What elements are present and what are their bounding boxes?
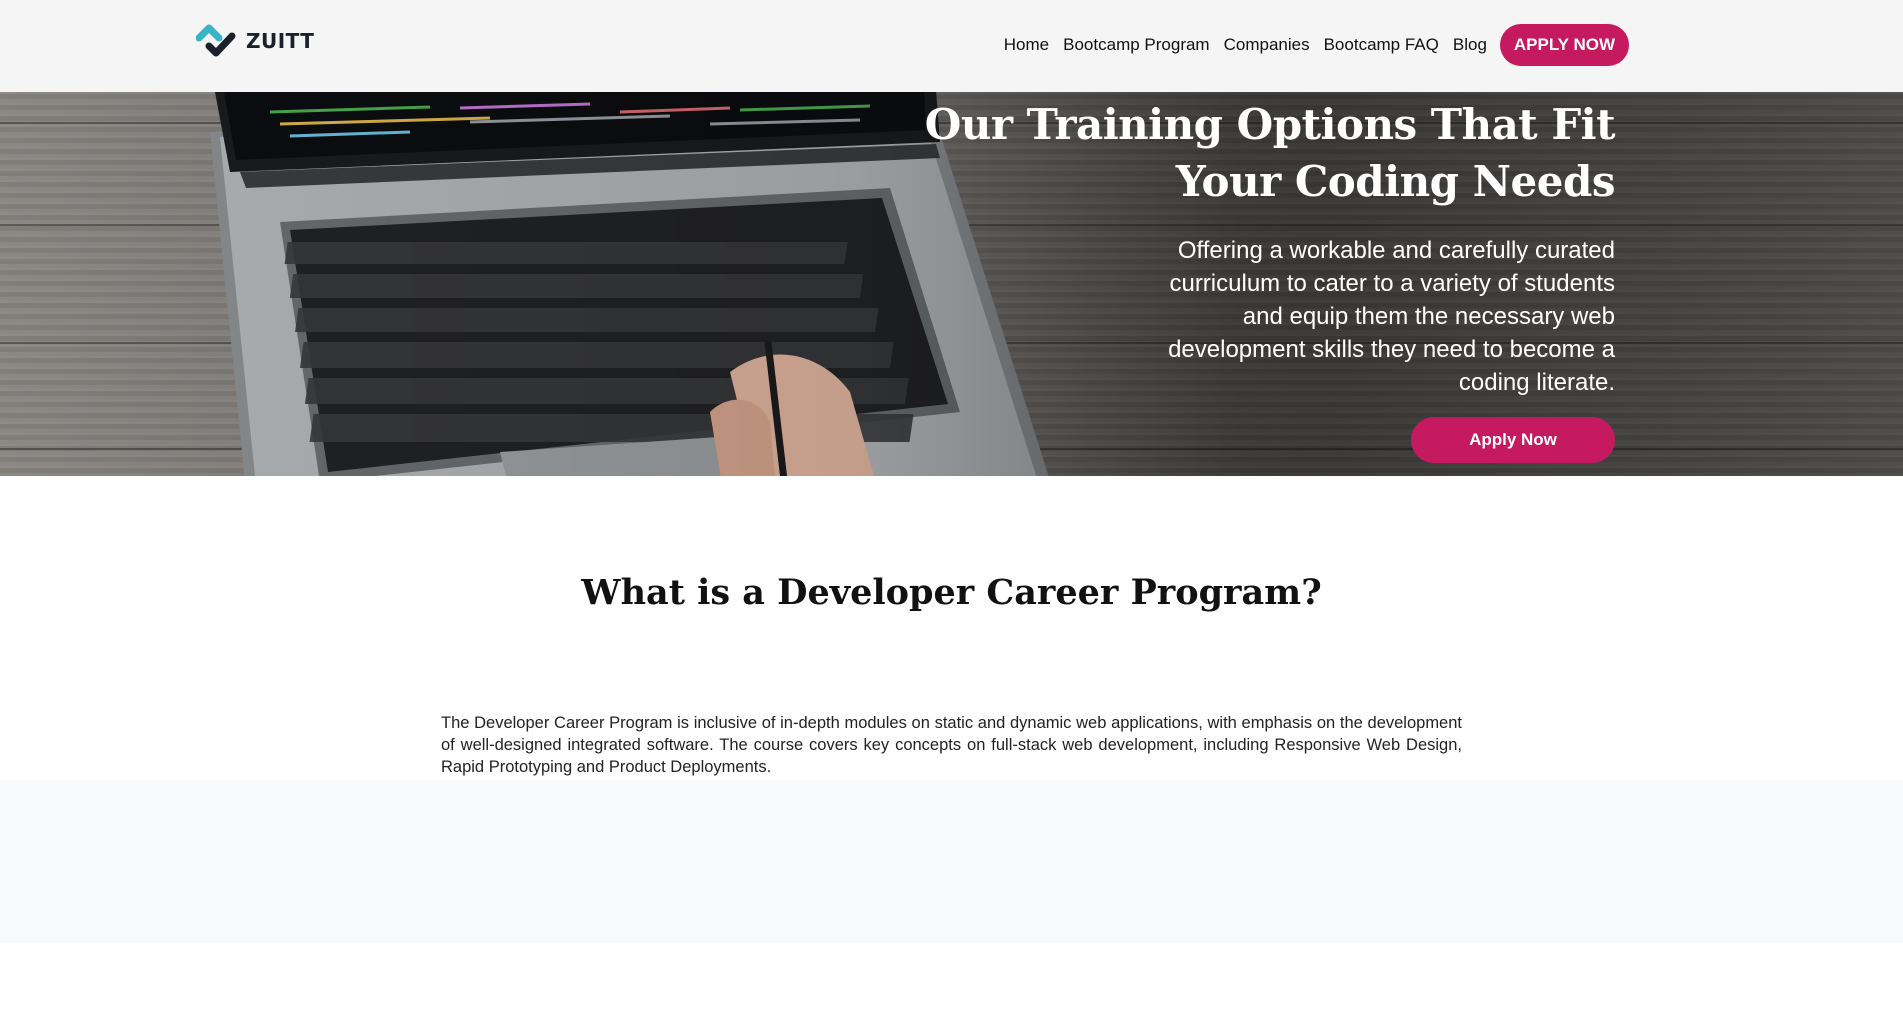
brand-logo-link[interactable]: ZUITT [196, 22, 314, 60]
nav-item-blog[interactable]: Blog [1446, 35, 1494, 55]
hero-title: Our Training Options That Fit Your Codin… [924, 100, 1616, 206]
zuitt-logo-icon [196, 24, 236, 57]
hero-content: Our Training Options That Fit Your Codin… [855, 92, 1616, 463]
section-title: What is a Developer Career Program? [581, 572, 1322, 613]
navbar: ZUITT Home Bootcamp Program Companies Bo… [0, 0, 1903, 92]
gray-section-band [0, 780, 1903, 943]
nav-item-bootcamp-program[interactable]: Bootcamp Program [1056, 35, 1216, 55]
apply-now-hero-button[interactable]: Apply Now [1411, 417, 1615, 463]
section-description: The Developer Career Program is inclusiv… [441, 714, 1462, 776]
hero-banner: Our Training Options That Fit Your Codin… [0, 92, 1903, 476]
brand-name: ZUITT [246, 29, 315, 53]
nav-item-companies[interactable]: Companies [1217, 35, 1317, 55]
hero-description: Offering a workable and carefully curate… [1168, 237, 1615, 396]
nav-item-bootcamp-faq[interactable]: Bootcamp FAQ [1317, 35, 1446, 55]
nav-item-home[interactable]: Home [997, 35, 1056, 55]
main-nav: Home Bootcamp Program Companies Bootcamp… [997, 24, 1629, 66]
apply-now-nav-button[interactable]: APPLY NOW [1499, 24, 1629, 66]
